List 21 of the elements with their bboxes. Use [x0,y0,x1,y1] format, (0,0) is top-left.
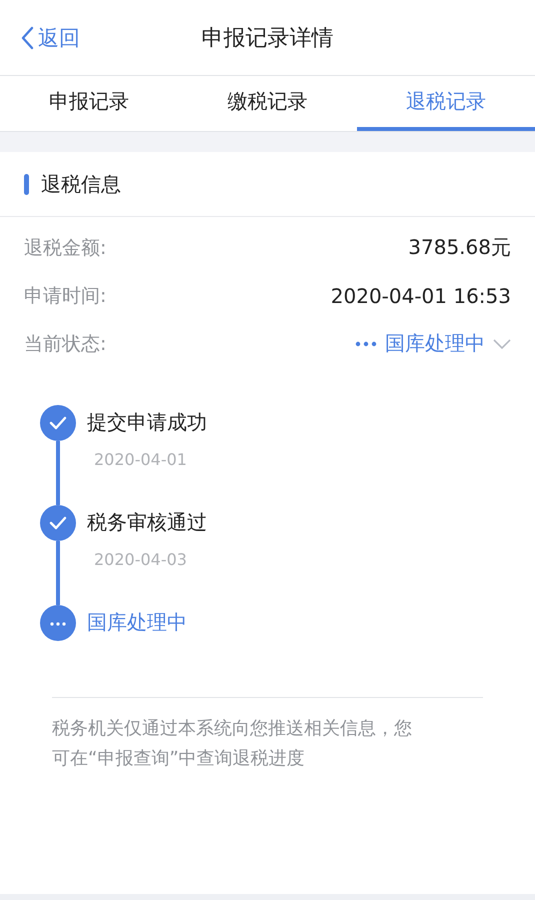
back-button[interactable]: 返回 [20,24,80,52]
section-title: 退税信息 [41,170,121,198]
step-title: 国库处理中 [87,609,187,636]
status-dropdown[interactable]: 国库处理中 [355,330,511,357]
section-marker [24,174,29,194]
field-label: 退税金额: [24,236,106,260]
chevron-down-icon [493,338,511,348]
tab[interactable]: 缴税记录 [178,76,357,131]
step-date: 2020-04-01 [93,450,188,469]
field-label: 当前状态: [24,332,106,356]
notice-text: 税务机关仅通过本系统向您推送相关信息，您可在“申报查询”中查询退税进度 [52,717,413,771]
more-icon [355,340,377,346]
step-title: 税务审核通过 [87,509,207,536]
back-icon [20,26,34,50]
field-label: 申请时间: [24,284,106,308]
step-title: 提交申请成功 [87,409,207,436]
page-title: 申报记录详情 [202,24,334,52]
step-date: 2020-04-03 [93,550,188,569]
tab[interactable]: 申报记录 [0,76,178,131]
field-value: 2020-04-01 16:53 [330,284,511,308]
field-value: 3785.68元 [408,234,511,261]
